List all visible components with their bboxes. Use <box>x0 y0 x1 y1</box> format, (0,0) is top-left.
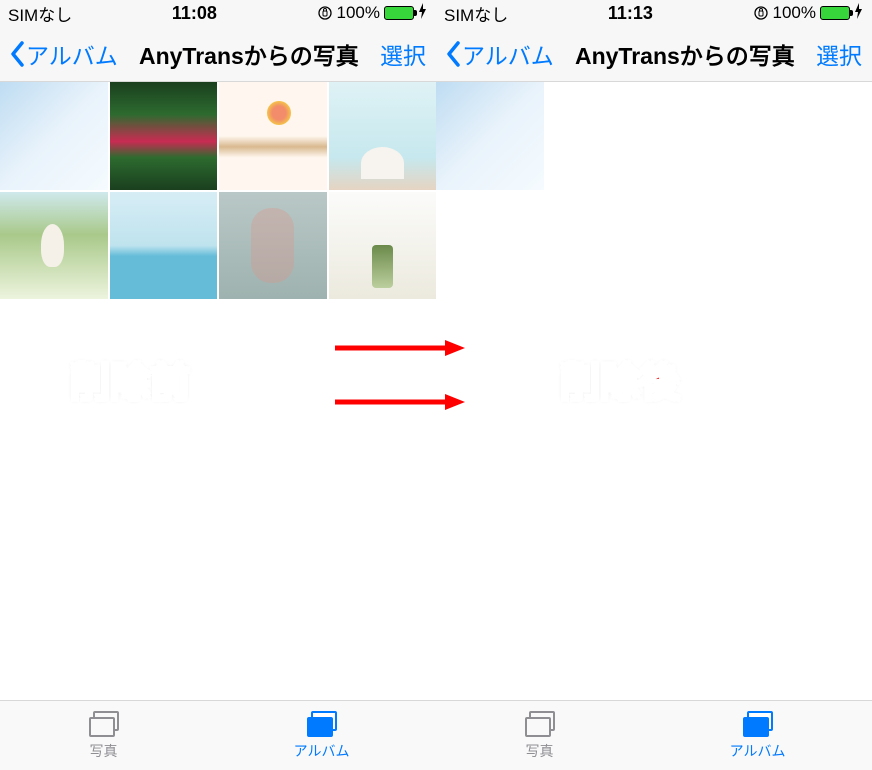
select-button[interactable]: 選択 <box>380 37 426 71</box>
status-right: 100% <box>753 3 864 24</box>
albums-stack-icon <box>305 711 339 739</box>
tab-albums[interactable]: アルバム <box>294 711 350 761</box>
select-button[interactable]: 選択 <box>816 37 862 71</box>
status-bar: SIMなし 11:08 100% <box>0 0 436 26</box>
status-bar: SIMなし 11:13 100% <box>436 0 872 26</box>
back-label: アルバム <box>462 37 554 71</box>
tab-label: アルバム <box>730 741 786 761</box>
photo-thumbnail[interactable] <box>436 82 544 190</box>
charging-icon <box>854 3 864 24</box>
photo-thumbnail[interactable] <box>0 192 108 300</box>
page-title: AnyTransからの写真 <box>118 37 380 71</box>
carrier-label: SIMなし <box>8 1 72 26</box>
nav-bar: アルバム AnyTransからの写真 選択 <box>436 26 872 82</box>
photo-thumbnail[interactable] <box>329 82 437 190</box>
battery-percent: 100% <box>773 3 816 23</box>
photo-thumbnail[interactable] <box>0 82 108 190</box>
annotation-after: 削除後 <box>560 350 680 408</box>
photo-grid <box>436 82 872 190</box>
nav-bar: アルバム AnyTransからの写真 選択 <box>0 26 436 82</box>
back-button[interactable]: アルバム <box>446 37 554 71</box>
tab-label: アルバム <box>294 741 350 761</box>
photo-thumbnail[interactable] <box>219 82 327 190</box>
albums-stack-icon <box>741 711 775 739</box>
status-right: 100% <box>317 3 428 24</box>
arrow-icon <box>335 392 465 412</box>
photo-grid-area <box>0 82 436 700</box>
annotation-before: 削除前 <box>70 350 190 408</box>
chevron-left-icon <box>10 41 26 67</box>
tab-bar: 写真 アルバム <box>0 700 436 770</box>
photo-thumbnail[interactable] <box>110 192 218 300</box>
phone-before: SIMなし 11:08 100% アルバム AnyTransからの写真 選択 <box>0 0 436 770</box>
photo-thumbnail[interactable] <box>329 192 437 300</box>
chevron-left-icon <box>446 41 462 67</box>
tab-label: 写真 <box>526 741 554 761</box>
photo-thumbnail[interactable] <box>110 82 218 190</box>
rotation-lock-icon <box>317 5 333 21</box>
battery-percent: 100% <box>337 3 380 23</box>
photos-stack-icon <box>523 711 557 739</box>
carrier-label: SIMなし <box>444 1 508 26</box>
arrow-icon <box>335 338 465 358</box>
battery-icon <box>384 6 414 20</box>
charging-icon <box>418 3 428 24</box>
photo-thumbnail[interactable] <box>219 192 327 300</box>
page-title: AnyTransからの写真 <box>554 37 816 71</box>
rotation-lock-icon <box>753 5 769 21</box>
tab-photos[interactable]: 写真 <box>87 711 121 761</box>
tab-albums[interactable]: アルバム <box>730 711 786 761</box>
photos-stack-icon <box>87 711 121 739</box>
clock: 11:13 <box>608 3 653 24</box>
tab-bar: 写真 アルバム <box>436 700 872 770</box>
tab-label: 写真 <box>90 741 118 761</box>
back-button[interactable]: アルバム <box>10 37 118 71</box>
tab-photos[interactable]: 写真 <box>523 711 557 761</box>
battery-icon <box>820 6 850 20</box>
photo-grid <box>0 82 436 299</box>
back-label: アルバム <box>26 37 118 71</box>
clock: 11:08 <box>172 3 217 24</box>
